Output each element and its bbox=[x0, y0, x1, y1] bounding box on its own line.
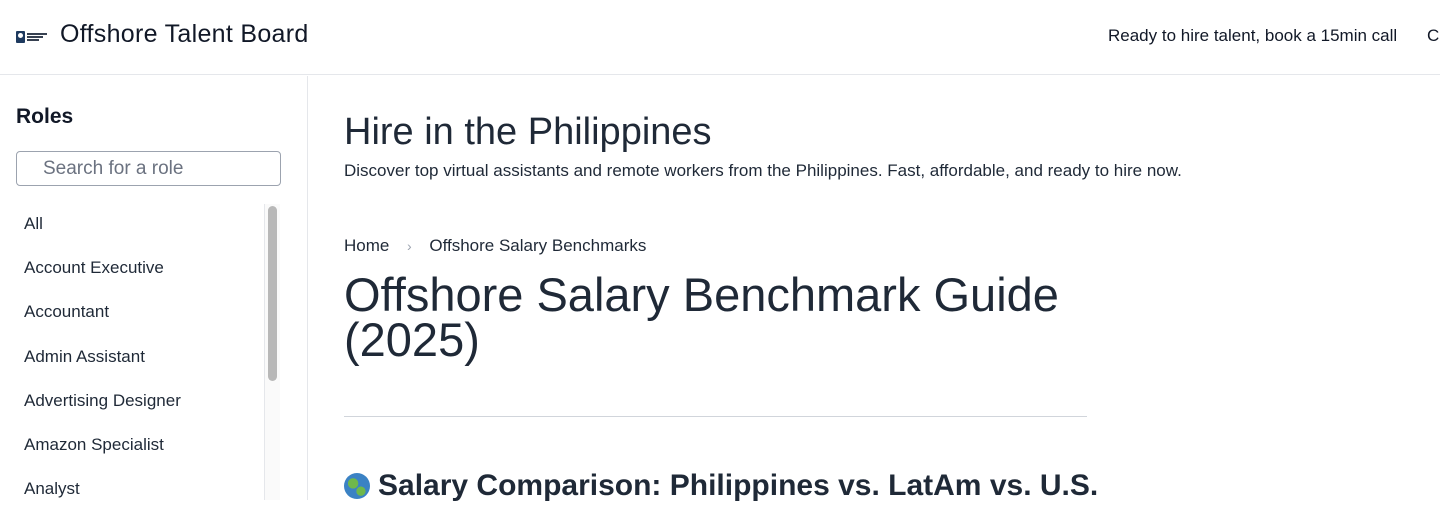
roles-heading: Roles bbox=[16, 105, 74, 128]
chevron-right-icon: › bbox=[407, 238, 412, 254]
role-item-all[interactable]: All bbox=[0, 202, 264, 246]
role-item-advertising-designer[interactable]: Advertising Designer bbox=[0, 379, 264, 423]
role-item-account-executive[interactable]: Account Executive bbox=[0, 246, 264, 290]
breadcrumb-current: Offshore Salary Benchmarks bbox=[429, 236, 647, 255]
hero-title: Hire in the Philippines bbox=[344, 111, 712, 153]
breadcrumb-home-link[interactable]: Home bbox=[344, 236, 389, 256]
divider bbox=[344, 416, 1087, 417]
role-item-admin-assistant[interactable]: Admin Assistant bbox=[0, 335, 264, 379]
section-heading: Salary Comparison: Philippines vs. LatAm… bbox=[344, 469, 1098, 503]
role-item-analyst[interactable]: Analyst bbox=[0, 467, 264, 511]
brand-name[interactable]: Offshore Talent Board bbox=[60, 20, 309, 49]
role-list: All Account Executive Accountant Admin A… bbox=[0, 202, 264, 511]
roles-sidebar: Roles All Account Executive Accountant A… bbox=[0, 76, 308, 500]
top-navbar: Offshore Talent Board Ready to hire tale… bbox=[0, 0, 1440, 75]
role-item-amazon-specialist[interactable]: Amazon Specialist bbox=[0, 423, 264, 467]
section-heading-text: Salary Comparison: Philippines vs. LatAm… bbox=[378, 469, 1099, 502]
globe-icon bbox=[344, 473, 370, 499]
book-call-link[interactable]: Ready to hire talent, book a 15min call bbox=[1108, 26, 1397, 46]
hero-subtitle: Discover top virtual assistants and remo… bbox=[344, 161, 1182, 180]
role-search-input[interactable] bbox=[16, 151, 281, 186]
breadcrumb: Home › Offshore Salary Benchmarks bbox=[344, 236, 646, 256]
article-title: Offshore Salary Benchmark Guide (2025) bbox=[344, 268, 1059, 366]
brand-logo-icon[interactable] bbox=[16, 28, 48, 45]
role-list-scrollbar[interactable] bbox=[264, 204, 280, 500]
nav-link-truncated[interactable]: Ca bbox=[1427, 26, 1440, 46]
scrollbar-thumb[interactable] bbox=[268, 206, 277, 381]
role-item-accountant[interactable]: Accountant bbox=[0, 290, 264, 334]
